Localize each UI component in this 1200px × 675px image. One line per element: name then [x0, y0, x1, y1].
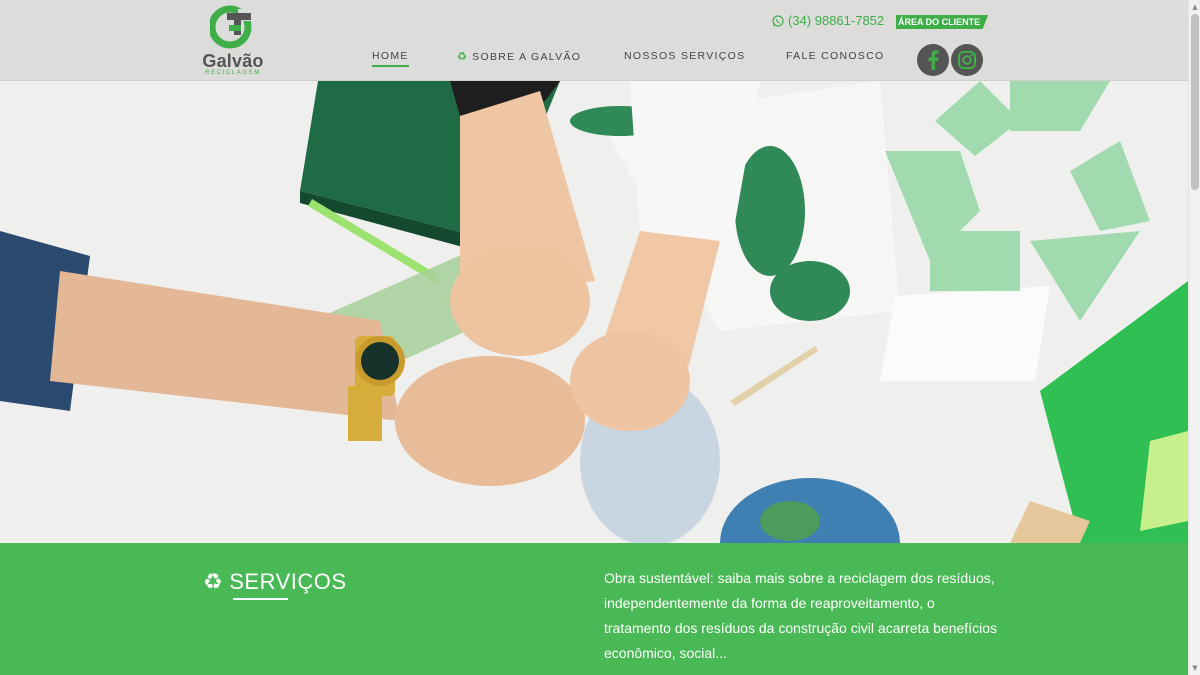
nav-fale-conosco[interactable]: FALE CONOSCO [786, 50, 884, 62]
brand-name: Galvão [202, 51, 264, 71]
logo-g-icon [210, 5, 252, 49]
recycle-icon: ♻ [457, 51, 469, 63]
services-section: ♻ SERVIÇOS Obra sustentável: saiba mais … [0, 543, 1188, 675]
site-header: Galvão RECICLAGEM (34) 98861-7852 ÁREA D… [0, 0, 1188, 81]
nav-home[interactable]: HOME [372, 50, 409, 67]
services-title: SERVIÇOS [229, 569, 347, 594]
facebook-icon [928, 50, 939, 70]
nav-servicos-label: NOSSOS SERVIÇOS [624, 50, 746, 62]
nav-servicos[interactable]: NOSSOS SERVIÇOS [624, 50, 745, 62]
services-description[interactable]: Obra sustentável: saiba mais sobre a rec… [604, 566, 1004, 666]
services-heading: ♻ SERVIÇOS [203, 569, 347, 595]
scroll-down-arrow-icon[interactable]: ▼ [1191, 664, 1199, 672]
page-scrollbar[interactable]: ▲ ▼ [1188, 0, 1200, 675]
hero-illustration [0, 81, 1188, 543]
hero-banner-image [0, 81, 1188, 543]
recycle-icon: ♻ [203, 569, 224, 594]
instagram-button[interactable] [951, 44, 983, 76]
facebook-button[interactable] [917, 44, 949, 76]
scrollbar-thumb[interactable] [1191, 14, 1199, 190]
phone-number: (34) 98861-7852 [788, 13, 885, 28]
nav-home-label: HOME [372, 50, 409, 62]
nav-sobre-label: SOBRE A GALVÃO [472, 50, 582, 63]
scroll-up-arrow-icon[interactable]: ▲ [1191, 3, 1199, 11]
nav-fale-label: FALE CONOSCO [786, 50, 885, 62]
phone-link[interactable]: (34) 98861-7852 [772, 13, 884, 28]
instagram-icon [958, 51, 976, 69]
services-title-underline [233, 598, 288, 600]
brand-tagline: RECICLAGEM [205, 70, 261, 76]
nav-sobre-galvao[interactable]: ♻ SOBRE A GALVÃO [457, 50, 582, 64]
whatsapp-icon [772, 14, 784, 27]
brand-logo[interactable]: Galvão RECICLAGEM [202, 5, 264, 77]
client-area-button[interactable]: ÁREA DO CLIENTE [896, 15, 989, 29]
